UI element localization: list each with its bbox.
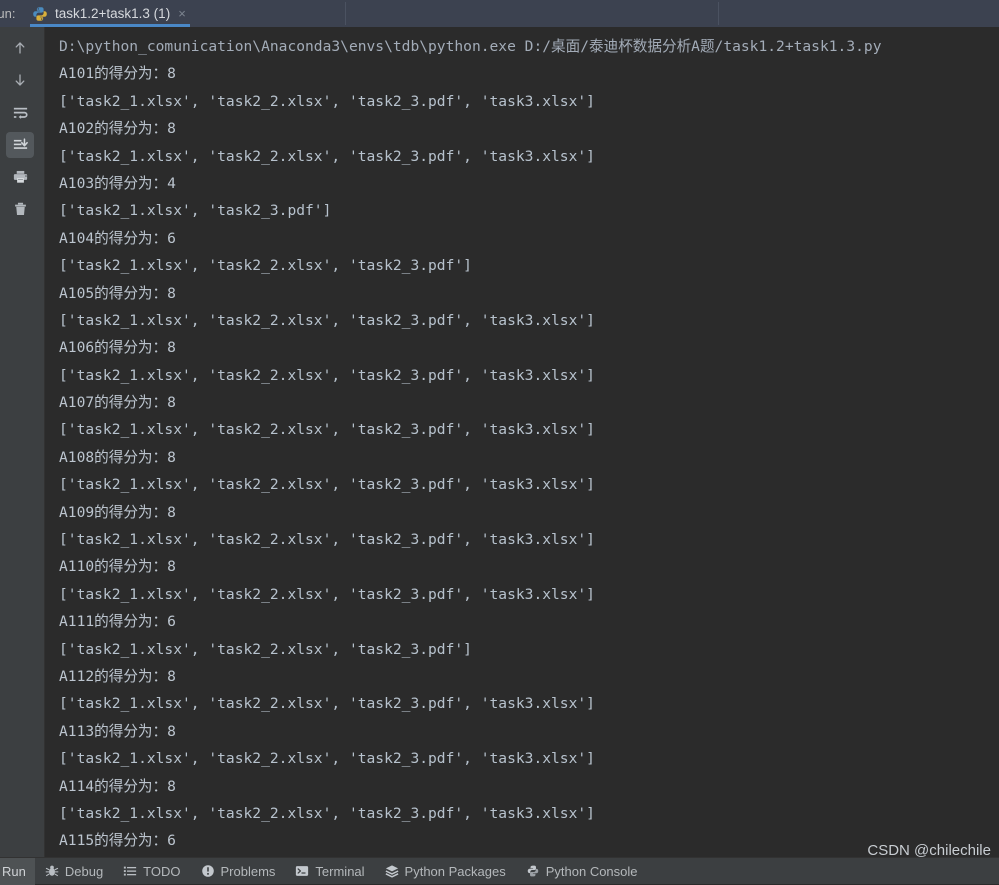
console-line: A105的得分为：8 xyxy=(59,284,176,302)
status-tab-label: TODO xyxy=(143,863,181,879)
python-icon xyxy=(526,864,540,878)
status-tab-debug[interactable]: Debug xyxy=(35,858,113,885)
console-output[interactable]: D:\python_comunication\Anaconda3\envs\td… xyxy=(45,27,999,857)
console-line: A103的得分为：4 xyxy=(59,174,176,192)
tabbar-separator xyxy=(345,2,346,25)
tabbar-separator xyxy=(718,2,719,25)
terminal-icon xyxy=(295,864,309,878)
up-arrow-icon[interactable] xyxy=(6,35,34,61)
console-line: A107的得分为：8 xyxy=(59,394,176,412)
run-toolbar xyxy=(0,27,45,857)
console-line: ['task2_1.xlsx', 'task2_2.xlsx', 'task2_… xyxy=(59,531,595,549)
console-line: A108的得分为：8 xyxy=(59,448,176,466)
close-icon[interactable]: × xyxy=(178,7,186,20)
console-line: A104的得分为：6 xyxy=(59,229,176,247)
console-line: A102的得分为：8 xyxy=(59,120,176,138)
console-line: ['task2_1.xlsx', 'task2_2.xlsx', 'task2_… xyxy=(59,366,595,384)
console-line: ['task2_1.xlsx', 'task2_2.xlsx', 'task2_… xyxy=(59,804,595,822)
console-line: ['task2_1.xlsx', 'task2_2.xlsx', 'task2_… xyxy=(59,92,595,110)
scroll-to-end-icon[interactable] xyxy=(6,132,34,158)
status-tab-run[interactable]: Run xyxy=(0,857,35,885)
console-line: A115的得分为：6 xyxy=(59,832,176,850)
status-tab-python-packages[interactable]: Python Packages xyxy=(375,858,516,885)
status-tab-label: Python Packages xyxy=(404,863,506,879)
console-line: ['task2_1.xlsx', 'task2_2.xlsx', 'task2_… xyxy=(59,257,472,275)
console-line: A110的得分为：8 xyxy=(59,558,176,576)
run-tabbar: Run: task1.2+task1.3 (1) × xyxy=(0,0,999,27)
console-line: ['task2_1.xlsx', 'task2_2.xlsx', 'task2_… xyxy=(59,476,595,494)
console-line: A109的得分为：8 xyxy=(59,503,176,521)
run-tab-title: task1.2+task1.3 (1) xyxy=(55,6,171,21)
console-line: ['task2_1.xlsx', 'task2_2.xlsx', 'task2_… xyxy=(59,585,595,603)
console-line: A112的得分为：8 xyxy=(59,667,176,685)
status-tab-label: Problems xyxy=(220,863,276,879)
status-tab-python-console[interactable]: Python Console xyxy=(516,858,648,885)
packages-icon xyxy=(385,864,399,878)
console-line: ['task2_1.xlsx', 'task2_2.xlsx', 'task2_… xyxy=(59,640,472,658)
down-arrow-icon[interactable] xyxy=(6,67,34,93)
python-file-icon xyxy=(32,6,48,22)
console-line: A101的得分为：8 xyxy=(59,65,176,83)
print-icon[interactable] xyxy=(6,164,34,190)
console-line: ['task2_1.xlsx', 'task2_2.xlsx', 'task2_… xyxy=(59,421,595,439)
run-tool-window-label: Run: xyxy=(0,6,16,21)
console-line: A114的得分为：8 xyxy=(59,777,176,795)
warning-circle-icon xyxy=(201,864,215,878)
status-tab-label: Python Console xyxy=(545,863,638,879)
console-line: ['task2_1.xlsx', 'task2_2.xlsx', 'task2_… xyxy=(59,750,595,768)
console-line: A106的得分为：8 xyxy=(59,339,176,357)
console-line: A113的得分为：8 xyxy=(59,722,176,740)
bug-icon xyxy=(45,864,59,878)
status-tab-label: Terminal xyxy=(315,863,365,879)
status-tab-todo[interactable]: TODO xyxy=(113,858,190,885)
status-tab-terminal[interactable]: Terminal xyxy=(285,858,374,885)
console-line: ['task2_1.xlsx', 'task2_3.pdf'] xyxy=(59,202,332,220)
watermark: CSDN @chilechile xyxy=(867,842,991,859)
bottom-status-bar: Run Debug TODO Problems Terminal Python … xyxy=(0,842,999,885)
status-tab-label: Debug xyxy=(64,863,104,879)
console-line: ['task2_1.xlsx', 'task2_2.xlsx', 'task2_… xyxy=(59,695,595,713)
soft-wrap-icon[interactable] xyxy=(6,100,34,126)
console-line: ['task2_1.xlsx', 'task2_2.xlsx', 'task2_… xyxy=(59,311,595,329)
status-tab-problems[interactable]: Problems xyxy=(191,858,286,885)
console-line: D:\python_comunication\Anaconda3\envs\td… xyxy=(59,38,882,55)
console-line: ['task2_1.xlsx', 'task2_2.xlsx', 'task2_… xyxy=(59,147,595,165)
todo-list-icon xyxy=(123,864,137,878)
trash-icon[interactable] xyxy=(6,196,34,222)
console-line: A111的得分为：6 xyxy=(59,613,176,631)
run-tab-task1[interactable]: task1.2+task1.3 (1) × xyxy=(26,0,194,27)
pycharm-run-tool-window: Run: task1.2+task1.3 (1) × xyxy=(0,0,999,885)
